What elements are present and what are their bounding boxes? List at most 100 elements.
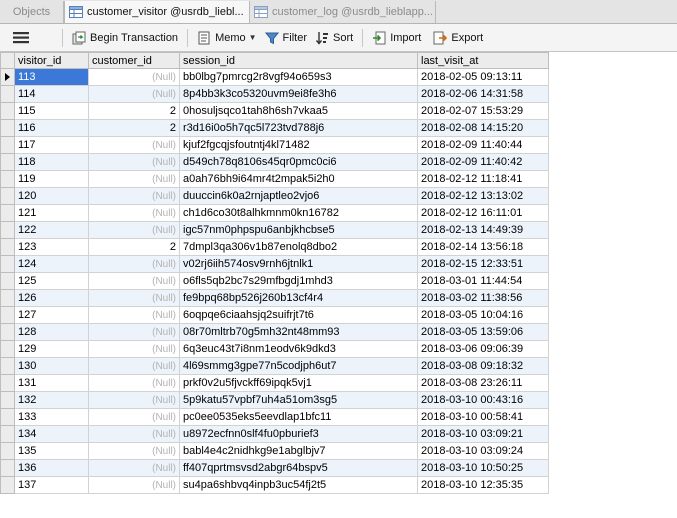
row-indicator[interactable] [0, 85, 15, 103]
row-indicator[interactable] [0, 459, 15, 477]
cell-visitor-id[interactable]: 120 [14, 187, 89, 205]
table-row[interactable]: 136 (Null) ff407qprtmsvsd2abgr64bspv5 2018-… [0, 459, 549, 477]
cell-visitor-id[interactable]: 133 [14, 408, 89, 426]
cell-customer-id[interactable]: (Null) [88, 289, 180, 307]
cell-customer-id[interactable]: (Null) [88, 374, 180, 392]
cell-last-visit-at[interactable]: 2018-02-14 13:56:18 [417, 238, 549, 256]
table-row[interactable]: 123 2 7dmpl3qa306v1b87enolq8dbo2 2018-02-14… [0, 238, 549, 256]
cell-customer-id[interactable]: (Null) [88, 391, 180, 409]
cell-last-visit-at[interactable]: 2018-03-10 00:58:41 [417, 408, 549, 426]
row-indicator[interactable] [0, 238, 15, 256]
cell-last-visit-at[interactable]: 2018-03-02 11:38:56 [417, 289, 549, 307]
cell-customer-id[interactable]: 2 [88, 238, 180, 256]
row-indicator[interactable] [0, 187, 15, 205]
row-indicator[interactable] [0, 255, 15, 273]
cell-last-visit-at[interactable]: 2018-03-10 10:50:25 [417, 459, 549, 477]
cell-customer-id[interactable]: (Null) [88, 425, 180, 443]
cell-last-visit-at[interactable]: 2018-02-13 14:49:39 [417, 221, 549, 239]
cell-session-id[interactable]: fe9bpq68bp526j260b13cf4r4 [179, 289, 418, 307]
table-row[interactable]: 117 (Null) kjuf2fgcqjsfoutntj4kl71482 2018-… [0, 136, 549, 154]
cell-session-id[interactable]: 5p9katu57vpbf7uh4a51om3sg5 [179, 391, 418, 409]
row-indicator[interactable] [0, 289, 15, 307]
cell-last-visit-at[interactable]: 2018-03-10 03:09:21 [417, 425, 549, 443]
cell-customer-id[interactable]: (Null) [88, 272, 180, 290]
cell-visitor-id[interactable]: 117 [14, 136, 89, 154]
cell-last-visit-at[interactable]: 2018-02-07 15:53:29 [417, 102, 549, 120]
cell-visitor-id[interactable]: 115 [14, 102, 89, 120]
cell-session-id[interactable]: bb0lbg7pmrcg2r8vgf94o659s3 [179, 68, 418, 86]
row-indicator[interactable] [0, 272, 15, 290]
cell-session-id[interactable]: 7dmpl3qa306v1b87enolq8dbo2 [179, 238, 418, 256]
cell-visitor-id[interactable]: 123 [14, 238, 89, 256]
row-indicator[interactable] [0, 340, 15, 358]
table-row[interactable]: 128 (Null) 08r70mltrb70g5mh32nt48mm93 2018-… [0, 323, 549, 341]
cell-visitor-id[interactable]: 130 [14, 357, 89, 375]
table-row[interactable]: 116 2 r3d16i0o5h7qc5l723tvd788j6 2018-02-08… [0, 119, 549, 137]
row-indicator[interactable] [0, 221, 15, 239]
cell-last-visit-at[interactable]: 2018-03-08 09:18:32 [417, 357, 549, 375]
column-header-session-id[interactable]: session_id [179, 52, 418, 69]
cell-customer-id[interactable]: (Null) [88, 204, 180, 222]
cell-customer-id[interactable]: (Null) [88, 306, 180, 324]
cell-last-visit-at[interactable]: 2018-03-10 00:43:16 [417, 391, 549, 409]
cell-visitor-id[interactable]: 122 [14, 221, 89, 239]
table-row[interactable]: 124 (Null) v02rj6iih574osv9rnh6jtnlk1 2018-… [0, 255, 549, 273]
cell-last-visit-at[interactable]: 2018-02-05 09:13:11 [417, 68, 549, 86]
table-row[interactable]: 130 (Null) 4l69smmg3gpe77n5codjph6ut7 2018-… [0, 357, 549, 375]
cell-last-visit-at[interactable]: 2018-02-09 11:40:44 [417, 136, 549, 154]
cell-session-id[interactable]: a0ah76bh9i64mr4t2mpak5i2h0 [179, 170, 418, 188]
cell-customer-id[interactable]: (Null) [88, 170, 180, 188]
table-row[interactable]: 118 (Null) d549ch78q8106s45qr0pmc0ci6 2018-… [0, 153, 549, 171]
cell-visitor-id[interactable]: 134 [14, 425, 89, 443]
row-indicator[interactable] [0, 425, 15, 443]
table-row[interactable]: 121 (Null) ch1d6co30t8alhkmnm0kn16782 2018-… [0, 204, 549, 222]
column-header-visitor-id[interactable]: visitor_id [14, 52, 89, 69]
column-header-last-visit-at[interactable]: last_visit_at [417, 52, 549, 69]
cell-last-visit-at[interactable]: 2018-02-06 14:31:58 [417, 85, 549, 103]
cell-last-visit-at[interactable]: 2018-02-15 12:33:51 [417, 255, 549, 273]
cell-session-id[interactable]: duuccin6k0a2rnjaptleo2vjo6 [179, 187, 418, 205]
cell-visitor-id[interactable]: 129 [14, 340, 89, 358]
cell-visitor-id[interactable]: 126 [14, 289, 89, 307]
table-row[interactable]: 132 (Null) 5p9katu57vpbf7uh4a51om3sg5 2018-… [0, 391, 549, 409]
cell-visitor-id[interactable]: 124 [14, 255, 89, 273]
table-row[interactable]: 135 (Null) babl4e4c2nidhkg9e1abglbjv7 2018-… [0, 442, 549, 460]
cell-session-id[interactable]: ch1d6co30t8alhkmnm0kn16782 [179, 204, 418, 222]
tab-customer-log[interactable]: customer_log @usrdb_lieblapp... [250, 1, 436, 23]
row-indicator[interactable] [0, 170, 15, 188]
cell-customer-id[interactable]: (Null) [88, 357, 180, 375]
cell-session-id[interactable]: kjuf2fgcqjsfoutntj4kl71482 [179, 136, 418, 154]
cell-customer-id[interactable]: (Null) [88, 476, 180, 494]
row-indicator[interactable] [0, 357, 15, 375]
begin-transaction-button[interactable]: Begin Transaction [66, 27, 184, 49]
table-row[interactable]: 137 (Null) su4pa6shbvq4inpb3uc54fj2t5 2018-… [0, 476, 549, 494]
cell-last-visit-at[interactable]: 2018-02-09 11:40:42 [417, 153, 549, 171]
table-row[interactable]: 131 (Null) prkf0v2u5fjvckff69ipqk5vj1 2018-… [0, 374, 549, 392]
cell-session-id[interactable]: o6fls5qb2bc7s29mfbgdj1mhd3 [179, 272, 418, 290]
row-indicator[interactable] [0, 102, 15, 120]
cell-visitor-id[interactable]: 135 [14, 442, 89, 460]
cell-session-id[interactable]: u8972ecfnn0slf4fu0pburief3 [179, 425, 418, 443]
cell-customer-id[interactable]: (Null) [88, 221, 180, 239]
table-row[interactable]: 115 2 0hosuljsqco1tah8h6sh7vkaa5 2018-02-07… [0, 102, 549, 120]
cell-visitor-id[interactable]: 113 [14, 68, 89, 86]
cell-customer-id[interactable]: (Null) [88, 136, 180, 154]
cell-session-id[interactable]: 6oqpqe6ciaahsjq2suifrjt7t6 [179, 306, 418, 324]
cell-visitor-id[interactable]: 119 [14, 170, 89, 188]
cell-last-visit-at[interactable]: 2018-03-05 13:59:06 [417, 323, 549, 341]
cell-session-id[interactable]: su4pa6shbvq4inpb3uc54fj2t5 [179, 476, 418, 494]
menu-button[interactable] [8, 27, 38, 49]
cell-last-visit-at[interactable]: 2018-02-12 13:13:02 [417, 187, 549, 205]
cell-customer-id[interactable]: 2 [88, 119, 180, 137]
table-row[interactable]: 126 (Null) fe9bpq68bp526j260b13cf4r4 2018-0… [0, 289, 549, 307]
cell-last-visit-at[interactable]: 2018-03-06 09:06:39 [417, 340, 549, 358]
cell-customer-id[interactable]: (Null) [88, 340, 180, 358]
tab-customer-visitor[interactable]: customer_visitor @usrdb_liebl... [64, 1, 250, 23]
cell-customer-id[interactable]: (Null) [88, 255, 180, 273]
memo-button[interactable]: Memo ▼ [191, 27, 262, 49]
cell-visitor-id[interactable]: 131 [14, 374, 89, 392]
cell-visitor-id[interactable]: 136 [14, 459, 89, 477]
table-row[interactable]: 125 (Null) o6fls5qb2bc7s29mfbgdj1mhd3 2018-… [0, 272, 549, 290]
table-row[interactable]: 113 (Null) bb0lbg7pmrcg2r8vgf94o659s3 2018-… [0, 68, 549, 86]
column-header-customer-id[interactable]: customer_id [88, 52, 180, 69]
